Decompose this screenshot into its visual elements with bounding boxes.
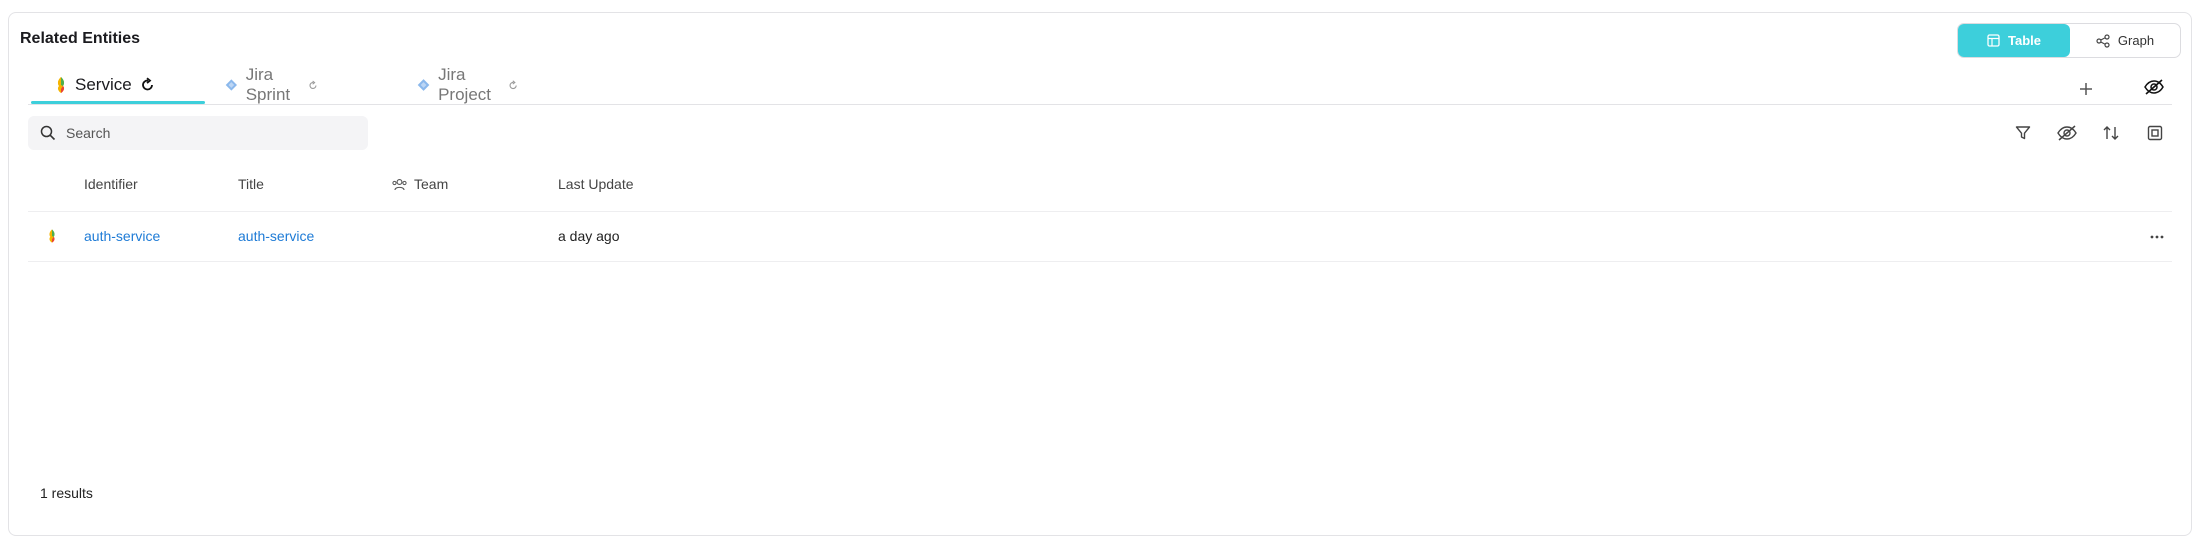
column-header-identifier[interactable]: Identifier (84, 176, 138, 192)
refresh-icon[interactable] (308, 78, 319, 93)
team-icon (392, 178, 407, 190)
add-tab-button[interactable] (2075, 78, 2097, 100)
tab-jira-sprint-label: Jira Sprint (245, 65, 291, 104)
table-view-label: Table (2008, 33, 2041, 48)
column-header-team-label: Team (414, 176, 449, 192)
filter-icon (2015, 126, 2031, 140)
eye-off-icon (2057, 125, 2077, 141)
tab-service[interactable]: Service (55, 66, 156, 104)
table-view-button[interactable]: Table (1958, 24, 2070, 57)
focus-icon (2147, 125, 2163, 141)
column-header-title[interactable]: Title (238, 176, 264, 192)
row-actions-button[interactable] (2148, 228, 2166, 246)
row-last-update: a day ago (558, 228, 620, 244)
jira-icon (417, 79, 430, 91)
tab-jira-sprint[interactable]: Jira Sprint (225, 65, 319, 104)
row-title-link[interactable]: auth-service (238, 228, 314, 244)
column-header-last-update[interactable]: Last Update (558, 176, 634, 192)
table-icon (1987, 34, 2000, 47)
service-icon (57, 77, 65, 93)
filter-button[interactable] (2012, 122, 2034, 144)
sort-icon (2103, 126, 2119, 140)
results-count: 1 results (40, 485, 93, 501)
search-icon (40, 125, 56, 141)
service-icon (49, 229, 55, 243)
related-entities-panel (8, 12, 2192, 536)
hide-tabs-button[interactable] (2141, 75, 2167, 99)
refresh-icon[interactable] (508, 78, 519, 93)
fullscreen-button[interactable] (2143, 121, 2167, 145)
graph-icon (2096, 33, 2110, 48)
tab-jira-project-label: Jira Project (438, 65, 492, 104)
row-divider (28, 261, 2172, 262)
jira-icon (225, 79, 238, 91)
graph-view-label: Graph (2117, 33, 2155, 48)
row-identifier-link[interactable]: auth-service (84, 228, 160, 244)
search-box (28, 116, 368, 150)
header-divider (28, 211, 2172, 212)
panel-title: Related Entities (20, 30, 141, 47)
tab-service-label: Service (75, 75, 132, 94)
hide-columns-button[interactable] (2055, 121, 2079, 145)
tabs-divider (28, 104, 2172, 105)
column-header-team[interactable]: Team (392, 176, 448, 192)
more-icon (2150, 235, 2164, 239)
refresh-icon[interactable] (140, 77, 156, 93)
sort-button[interactable] (2099, 121, 2123, 145)
tab-jira-project[interactable]: Jira Project (417, 65, 519, 104)
graph-view-button[interactable]: Graph (2070, 24, 2180, 57)
view-toggle: Table Graph (1957, 23, 2181, 58)
plus-icon (2080, 83, 2092, 95)
eye-off-icon (2144, 79, 2164, 95)
search-input[interactable] (64, 124, 358, 142)
